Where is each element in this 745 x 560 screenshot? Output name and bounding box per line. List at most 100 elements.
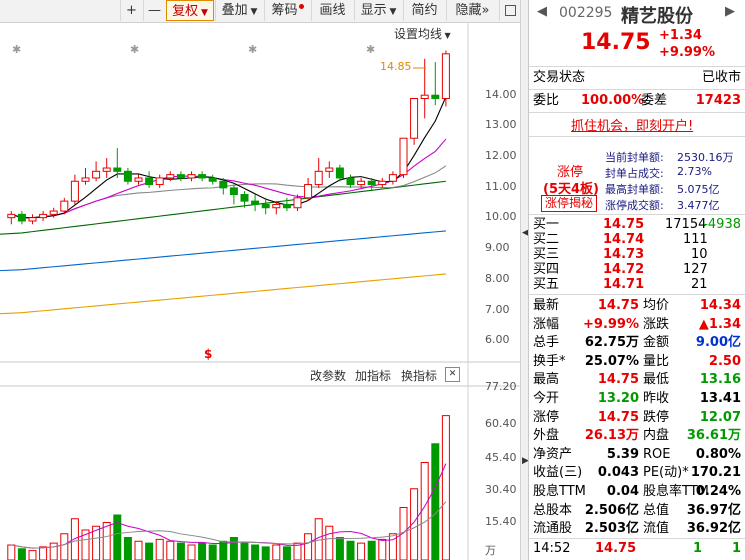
stat-label: ROE — [643, 446, 671, 462]
trade-status-row: 交易状态 已收市 — [533, 69, 741, 87]
volume-tick: 60.40 — [485, 417, 517, 430]
seal-label: 最高封单额: — [605, 183, 664, 196]
volume-bar — [102, 522, 111, 560]
price-tick: 8.00 — [485, 272, 510, 285]
candle-body — [293, 197, 302, 209]
stat-label: 流通股 — [533, 521, 573, 537]
restore-panel-button[interactable] — [499, 0, 520, 21]
event-marker-icon[interactable]: $ — [204, 347, 212, 361]
simple-mode-button[interactable]: 简约 — [403, 0, 445, 21]
divider — [529, 214, 745, 215]
stat-value: 13.41 — [699, 391, 741, 406]
chevron-down-icon: ▼ — [247, 7, 258, 17]
candle-body — [420, 94, 429, 100]
candle-body — [261, 203, 270, 209]
seal-label: 涨停成交额: — [605, 199, 664, 212]
volume-bar — [49, 542, 58, 560]
hide-button[interactable]: 隐藏» — [446, 0, 498, 21]
trade-status-value: 已收市 — [701, 70, 741, 85]
last-price: 14.75 — [581, 30, 651, 55]
close-indicator-button[interactable]: ✕ — [445, 367, 460, 382]
stat-value: 5.39 — [606, 446, 639, 462]
double-chevron-icon: » — [481, 3, 490, 18]
volume-bar — [219, 540, 228, 560]
volume-bar — [166, 540, 175, 560]
stat-label: 股息TTM — [533, 484, 586, 499]
candle-body — [102, 167, 111, 172]
overlay-dropdown[interactable]: 叠加 ▼ — [215, 0, 263, 21]
candle-body — [282, 203, 291, 209]
stat-value: 2.506亿 — [584, 502, 639, 518]
stock-code: 002295 — [559, 5, 613, 21]
volume-bar — [198, 542, 207, 560]
price-change-pct: +9.99% — [659, 45, 715, 60]
ma30-line — [0, 230, 446, 272]
candle-body — [166, 174, 175, 179]
volume-bar — [282, 546, 291, 560]
switch-indicator-link[interactable]: 换指标 — [401, 367, 437, 384]
add-indicator-link[interactable]: 加指标 — [355, 367, 391, 384]
stat-label: 涨停 — [533, 409, 560, 425]
order-diff-value: 17423 — [695, 93, 741, 108]
kline-chart[interactable]: ✱ ✱ ✱ ✱ — [0, 22, 528, 560]
volume-bar — [240, 542, 249, 560]
limit-up-reveal-button[interactable]: 涨停揭秘 — [541, 195, 598, 212]
tick-volume: 1 — [693, 541, 703, 556]
zoom-in-button[interactable]: + — [120, 0, 142, 21]
tick-row: 14:52 14.75 1 1 — [533, 540, 741, 558]
stat-value: 14.75 — [597, 372, 639, 388]
candle-body — [388, 174, 397, 182]
candle-body — [176, 174, 185, 179]
stat-label: 均价 — [643, 298, 670, 313]
ma10-line — [11, 138, 447, 219]
candle-body — [441, 53, 450, 100]
volume-bar — [39, 546, 48, 560]
display-dropdown[interactable]: 显示 ▼ — [354, 0, 402, 21]
draw-line-button[interactable]: 画线 — [311, 0, 353, 21]
next-stock-icon[interactable]: ▶ — [725, 4, 735, 19]
volume-bar — [113, 514, 122, 560]
volume-unit: 万 — [485, 544, 496, 557]
chevron-down-icon: ▼ — [198, 8, 208, 18]
tick-count: 1 — [731, 541, 741, 556]
stat-label: 昨收 — [643, 391, 670, 406]
stat-label: 净资产 — [533, 446, 573, 462]
zoom-out-button[interactable]: — — [143, 0, 165, 21]
divider — [529, 89, 745, 90]
volume-bar — [367, 540, 376, 560]
divider — [529, 538, 745, 539]
candle-body — [7, 213, 16, 219]
prev-stock-icon[interactable]: ◀ — [537, 4, 547, 19]
candle-body — [378, 180, 387, 186]
stat-value: 13.20 — [597, 391, 639, 406]
candle-body — [155, 177, 164, 186]
adjust-price-dropdown[interactable]: 复权 ▼ — [166, 0, 214, 21]
bid-price: 14.71 — [603, 277, 645, 292]
volume-bar — [208, 544, 217, 560]
candle-body — [304, 184, 313, 199]
candle-body — [70, 180, 79, 202]
volume-tick: 45.40 — [485, 451, 517, 464]
stat-label: 总手 — [533, 335, 560, 351]
stat-label: 换手* — [533, 353, 566, 369]
volume-bar — [28, 550, 37, 560]
edit-params-link[interactable]: 改参数 — [310, 367, 346, 384]
stat-value: 0.04 — [606, 484, 639, 499]
order-diff-label: 委差 — [641, 93, 668, 108]
stat-row: 股息TTM 0.04 股息率TTM 0.24% — [533, 483, 741, 501]
open-account-link[interactable]: 抓住机会，即刻开户! — [571, 115, 693, 134]
chips-button[interactable]: 筹码 — [264, 0, 310, 21]
peak-price-label: 14.85 — [380, 60, 412, 73]
restore-icon — [504, 5, 516, 16]
seal-label: 当前封单额: — [605, 151, 664, 164]
candle-body — [28, 217, 37, 222]
volume-bar — [335, 537, 344, 560]
display-label: 显示 — [360, 3, 387, 18]
chart-toolbar: + — 复权 ▼ 叠加 ▼ 筹码 画线 显示 ▼ 简约 隐藏» — [0, 0, 520, 23]
stat-row: 流通股 2.503亿 流值 36.92亿 — [533, 520, 741, 538]
stat-value: 0.043 — [597, 465, 639, 481]
ma-setting-link[interactable]: 设置均线 ▼ — [394, 25, 451, 42]
candle-body — [145, 177, 154, 186]
stat-value: 36.61万 — [686, 428, 741, 444]
stat-row: 收益(三) 0.043 PE(动)* 170.21 — [533, 464, 741, 482]
